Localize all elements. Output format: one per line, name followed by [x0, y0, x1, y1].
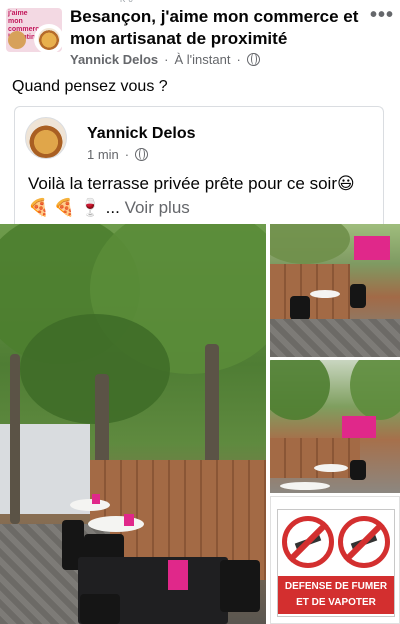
photo-terrace-main[interactable] [0, 224, 266, 624]
author-avatar[interactable] [34, 24, 64, 54]
table [88, 516, 144, 532]
chair [350, 460, 366, 480]
meta-separator: · [236, 52, 241, 67]
meta-separator: · [124, 147, 130, 162]
shared-post-card[interactable]: Yannick Delos 1 min · Voilà la terrasse … [14, 106, 384, 226]
menu-card [168, 560, 188, 590]
tree-canopy [270, 224, 350, 264]
group-title[interactable]: Besançon, j'aime mon commerce et mon art… [70, 6, 360, 50]
table [310, 290, 340, 298]
menu-card [124, 514, 134, 526]
post-time[interactable]: À l'instant [175, 52, 231, 67]
shared-post-meta: 1 min · [87, 147, 149, 162]
globe-icon [135, 148, 149, 161]
pizza-image [8, 31, 26, 49]
no-smoking-label: DEFENSE DE FUMER ET DE VAPOTER [278, 576, 394, 614]
no-smoking-icon [282, 516, 334, 568]
cigarette-icon [294, 534, 322, 550]
shop-sign [342, 416, 376, 438]
no-smoking-sign: DEFENSE DE FUMER ET DE VAPOTER [277, 509, 395, 617]
shop-sign [354, 236, 390, 260]
no-vaping-icon [338, 516, 390, 568]
author-name[interactable]: Yannick Delos [70, 52, 158, 67]
shared-author-avatar[interactable] [25, 117, 67, 159]
tree-canopy [270, 360, 330, 420]
status-bar-text: K0 [120, 0, 136, 4]
author-avatar-image [38, 28, 60, 50]
table [314, 464, 348, 472]
globe-icon [246, 53, 260, 66]
chair [350, 284, 366, 308]
shared-post-body: Voilà la terrasse privée prête pour ce s… [28, 174, 355, 217]
chair [220, 560, 260, 612]
menu-card [92, 494, 100, 504]
shared-author-name[interactable]: Yannick Delos [87, 125, 196, 143]
stone-paving [270, 319, 400, 357]
chair [80, 594, 120, 624]
meta-separator: · [164, 52, 169, 67]
chair [290, 296, 310, 320]
more-horizontal-icon[interactable]: ••• [370, 4, 394, 27]
see-more-link[interactable]: Voir plus [125, 198, 190, 217]
tree-trunk [10, 354, 20, 524]
photo-terrace-3[interactable] [270, 360, 400, 493]
vape-icon [350, 534, 378, 550]
post-text: Quand pensez vous ? [12, 78, 168, 95]
shared-post-text: Voilà la terrasse privée prête pour ce s… [28, 172, 373, 220]
tree-canopy [350, 360, 400, 420]
photo-terrace-2[interactable] [270, 224, 400, 357]
post-meta: Yannick Delos · À l'instant · [70, 52, 260, 67]
shared-post-time[interactable]: 1 min [87, 147, 119, 162]
table [280, 482, 330, 490]
photo-no-smoking-sign[interactable]: DEFENSE DE FUMER ET DE VAPOTER [270, 496, 400, 624]
table [70, 499, 110, 511]
wooden-fence [270, 438, 360, 478]
